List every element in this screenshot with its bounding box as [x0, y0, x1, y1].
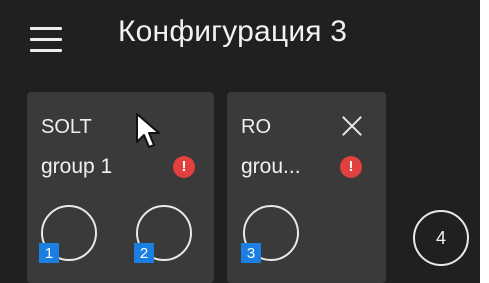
exclamation-circle-icon[interactable]: ! — [340, 156, 362, 178]
port-2-button[interactable]: 2 — [134, 205, 192, 263]
port-number-badge: 1 — [39, 243, 59, 263]
header: Конфигурация 3 — [0, 0, 480, 82]
page-title: Конфигурация 3 — [118, 15, 348, 48]
port-4-button[interactable]: 4 — [413, 210, 469, 266]
mouse-pointer-icon — [136, 113, 160, 148]
port-number-badge: 3 — [241, 243, 261, 263]
window-edge — [480, 0, 489, 283]
calibration-card-solt[interactable]: SOLT group 1 ! 1 2 — [27, 92, 214, 283]
close-icon[interactable] — [339, 113, 365, 139]
calibration-type-label: RO — [241, 116, 271, 138]
calibration-type-label: SOLT — [41, 116, 92, 138]
port-number-badge: 2 — [134, 243, 154, 263]
port-3-button[interactable]: 3 — [241, 205, 299, 263]
port-1-button[interactable]: 1 — [39, 205, 97, 263]
calibration-card-ro[interactable]: RO grou... ! 3 — [227, 92, 386, 283]
exclamation-circle-icon[interactable]: ! — [173, 156, 195, 178]
hamburger-menu-icon[interactable] — [28, 27, 68, 55]
configuration-panel: Конфигурация 3 SOLT group 1 ! 1 2 RO gro… — [0, 0, 480, 283]
group-label: group 1 — [41, 155, 113, 178]
group-label: grou... — [241, 155, 301, 178]
